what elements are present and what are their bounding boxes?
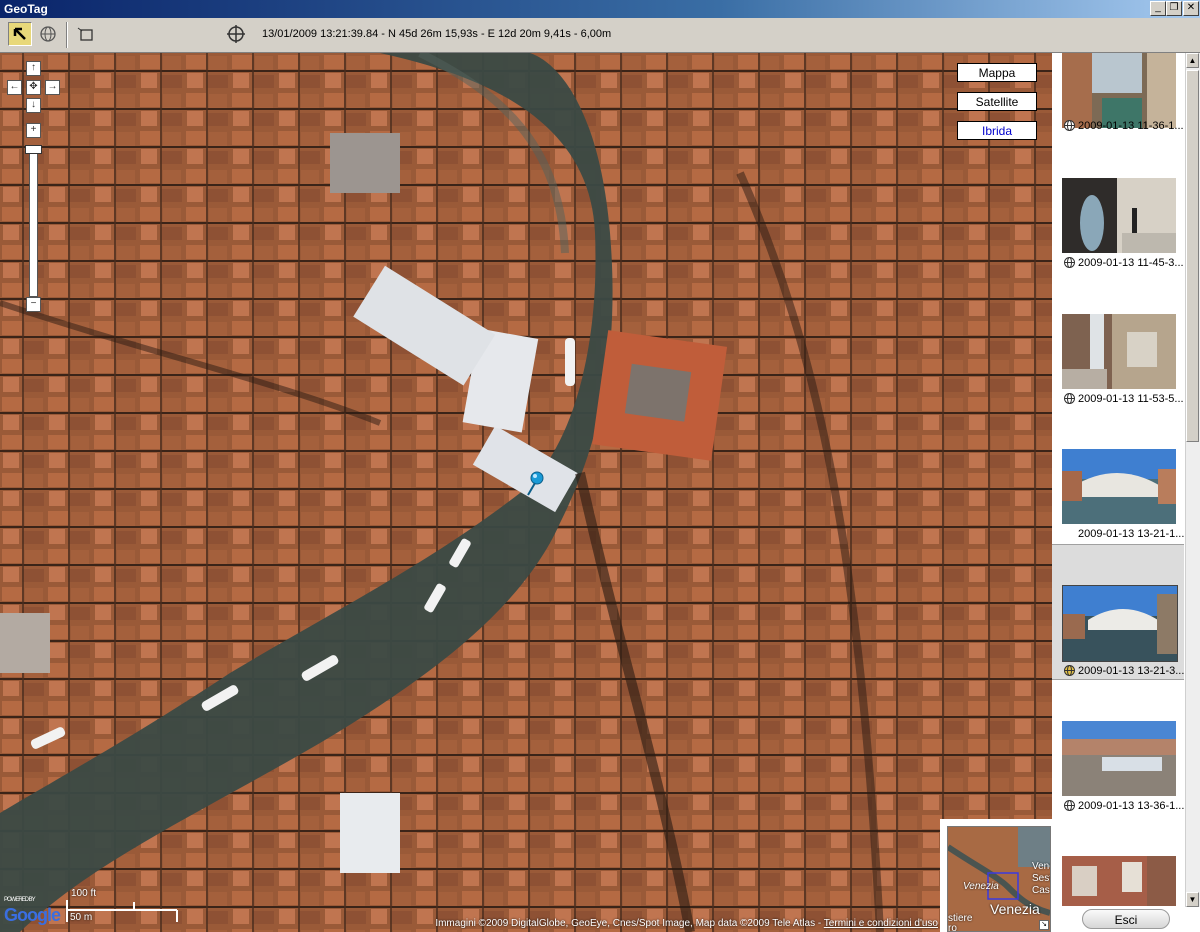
map-attribution: Immagini ©2009 DigitalGlobe, GeoEye, Cne… [435, 918, 938, 929]
photo-caption: 2009-01-13 13-36-1... [1064, 800, 1184, 812]
map-scale: 100 ft 50 m [66, 888, 178, 926]
overview-label: ro [948, 923, 957, 932]
photo-thumbnail-selected[interactable]: 2009-01-13 13-21-3... [1052, 544, 1184, 680]
locate-tool-button[interactable] [224, 22, 248, 46]
coordinates-readout: 13/01/2009 13:21:39.84 - N 45d 26m 15,93… [262, 28, 612, 40]
location-pin-icon[interactable] [525, 471, 547, 502]
globe-icon [40, 26, 56, 42]
pan-right-button[interactable]: → [45, 80, 60, 95]
geotag-globe-icon [1064, 665, 1075, 676]
photo-caption: 2009-01-13 13-21-3... [1064, 665, 1184, 677]
arrow-pointer-icon [13, 27, 26, 40]
toolbar-separator [66, 22, 68, 48]
map-type-ibrida-button[interactable]: Ibrida [957, 121, 1037, 140]
photo-sidebar: 2009-01-13 11-36-1... 2009-01-13 11-45-3… [1052, 53, 1200, 932]
frame-icon [77, 27, 93, 41]
crosshair-icon [227, 25, 245, 43]
pan-left-button[interactable]: ← [7, 80, 22, 95]
scale-feet: 100 ft [71, 888, 97, 899]
exit-button[interactable]: Esci [1082, 909, 1170, 929]
photo-thumbnail[interactable]: 2009-01-13 11-45-3... [1054, 178, 1184, 298]
photo-caption: 2009-01-13 13-21-1... [1078, 528, 1185, 540]
collapse-overview-icon[interactable]: ↘ [1039, 920, 1049, 930]
zoom-out-button[interactable]: − [26, 297, 41, 312]
photo-image [1062, 856, 1176, 906]
photo-image [1062, 449, 1176, 524]
photo-caption: 2009-01-13 11-45-3... [1064, 257, 1184, 269]
toolbar: 13/01/2009 13:21:39.84 - N 45d 26m 15,93… [0, 18, 1200, 53]
overview-map[interactable]: Venezia Vene Sest Cas stiere ro Venezia … [940, 819, 1052, 932]
satellite-map[interactable]: ↑ ← ✥ → ↓ + − Mappa Satellite Ibrida POW… [0, 53, 1052, 932]
photo-image [1062, 314, 1176, 389]
pan-down-button[interactable]: ↓ [26, 98, 41, 113]
photo-image [1062, 721, 1176, 796]
google-logo: POWERED BY Google [4, 897, 61, 925]
scrollbar-thumb[interactable] [1186, 70, 1199, 442]
window-title: GeoTag [4, 2, 48, 16]
photo-thumbnail[interactable] [1054, 856, 1184, 906]
photo-thumbnail[interactable]: 2009-01-13 11-36-1... [1054, 53, 1184, 173]
pan-up-button[interactable]: ↑ [26, 61, 41, 76]
globe-tool-button[interactable] [36, 22, 60, 46]
title-bar: GeoTag _ ❐ ✕ [0, 0, 1200, 18]
restore-button[interactable]: ❐ [1166, 1, 1182, 16]
close-button[interactable]: ✕ [1183, 1, 1199, 16]
geotag-globe-icon [1064, 257, 1075, 268]
zoom-slider-track[interactable] [29, 145, 38, 297]
map-type-mappa-button[interactable]: Mappa [957, 63, 1037, 82]
photo-thumbnail[interactable]: 2009-01-13 13-36-1... [1054, 721, 1184, 841]
zoom-in-button[interactable]: + [26, 123, 41, 138]
overview-label: Cas [1032, 885, 1050, 896]
scroll-down-button[interactable]: ▼ [1186, 892, 1199, 907]
terms-link[interactable]: Termini e condizioni d'uso [824, 918, 938, 929]
frame-tool-button[interactable] [74, 22, 98, 46]
photo-image [1062, 53, 1176, 128]
center-button[interactable]: ✥ [26, 80, 41, 95]
overview-city: Venezia [990, 901, 1040, 917]
overview-label: Sest [1032, 873, 1051, 884]
map-type-satellite-button[interactable]: Satellite [957, 92, 1037, 111]
geotag-globe-icon [1064, 120, 1075, 131]
geotag-globe-icon [1064, 393, 1075, 404]
minimize-button[interactable]: _ [1150, 1, 1166, 16]
scroll-up-button[interactable]: ▲ [1186, 53, 1199, 68]
photo-image [1062, 178, 1176, 253]
geotag-globe-icon [1064, 800, 1075, 811]
zoom-slider-thumb[interactable] [25, 145, 42, 154]
photo-image [1062, 585, 1178, 662]
photo-caption: 2009-01-13 11-53-5... [1064, 393, 1184, 405]
photo-thumbnail[interactable]: 2009-01-13 11-53-5... [1054, 314, 1184, 434]
photo-caption: 2009-01-13 11-36-1... [1064, 120, 1184, 132]
overview-label: Vene [1032, 861, 1050, 872]
select-tool-button[interactable] [8, 22, 32, 46]
scale-meters: 50 m [70, 912, 93, 923]
overview-label: Venezia [963, 881, 999, 892]
